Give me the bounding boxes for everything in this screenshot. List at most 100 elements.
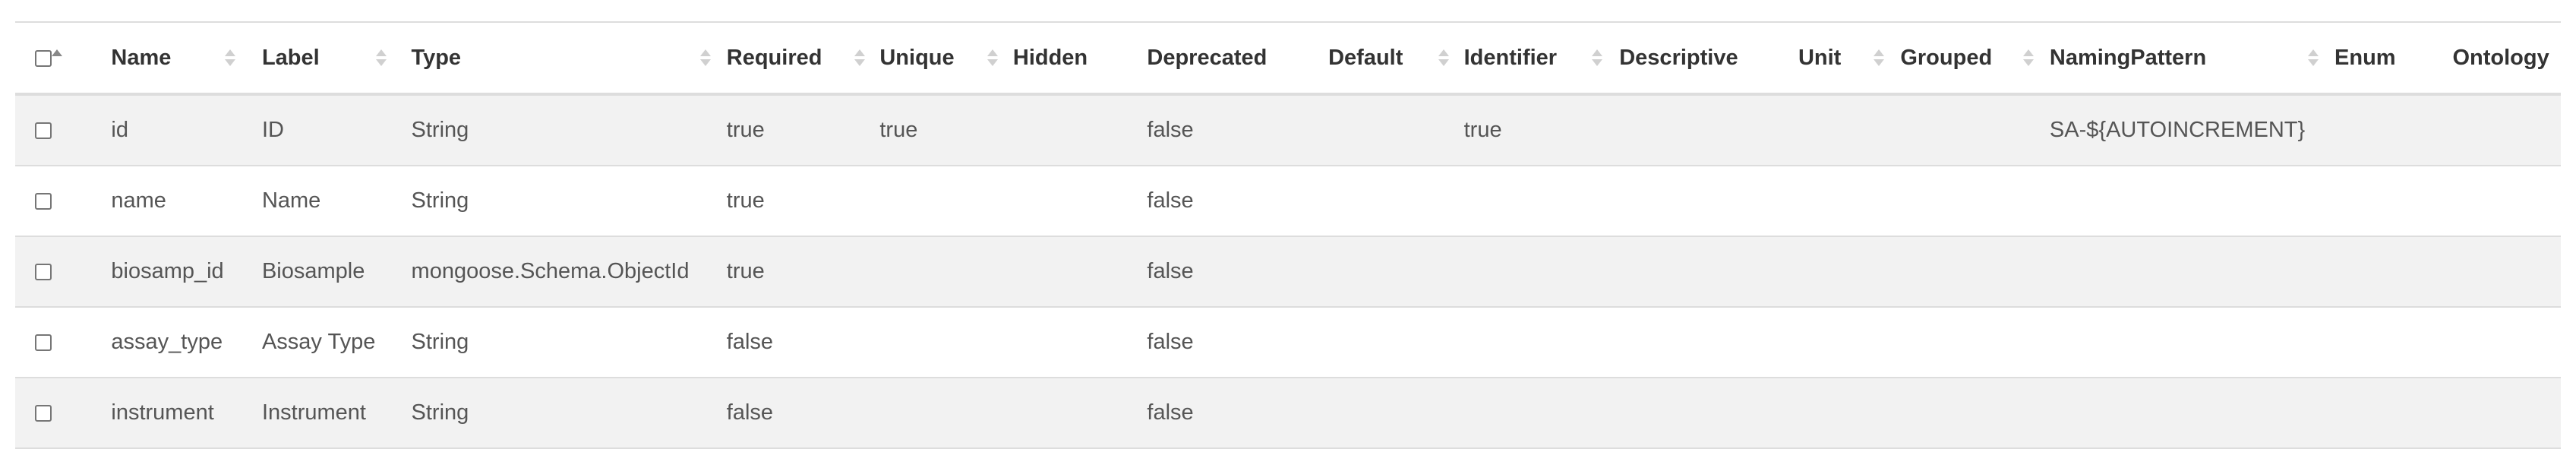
table-row[interactable]: name Name String true false (15, 166, 2561, 237)
sort-both-icon[interactable] (1873, 46, 1884, 69)
column-header-enum[interactable]: Enum (2334, 21, 2453, 96)
sort-up-arrow-icon (854, 49, 865, 56)
cell-enum (2334, 166, 2453, 237)
cell-identifier (1463, 166, 1620, 237)
column-header-label: Type (411, 45, 462, 70)
cell-type: String (411, 94, 727, 166)
cell-default (1328, 166, 1464, 237)
column-header-select[interactable] (15, 21, 112, 96)
cell-default (1328, 378, 1464, 449)
cell-descriptive (1619, 307, 1798, 378)
sort-up-arrow-icon (2307, 49, 2319, 56)
cell-label: Instrument (261, 378, 412, 449)
sort-both-icon[interactable] (1438, 46, 1450, 69)
cell-ontology (2452, 166, 2561, 237)
cell-required: true (726, 236, 880, 308)
column-header-unit[interactable]: Unit (1798, 21, 1901, 96)
sort-both-icon[interactable] (2307, 46, 2319, 69)
cell-enum (2334, 236, 2453, 308)
column-header-namingpattern[interactable]: NamingPattern (2049, 21, 2335, 96)
table-row[interactable]: assay_type Assay Type String false false (15, 307, 2561, 378)
sort-down-arrow-icon (854, 59, 865, 66)
column-header-label: Name (111, 45, 172, 70)
sort-both-icon[interactable] (854, 46, 865, 69)
cell-unique: true (879, 94, 1013, 166)
column-header-label: Label (261, 45, 320, 70)
column-header-hidden[interactable]: Hidden (1012, 21, 1148, 96)
attributes-table-container: Name Label Type Required Unique Hidden Depreca… (15, 21, 2561, 449)
sort-up-arrow-icon (1438, 49, 1450, 56)
column-header-unique[interactable]: Unique (879, 21, 1013, 96)
column-header-label: Ontology (2452, 45, 2549, 70)
cell-namingpattern: SA-${AUTOINCREMENT} (2049, 94, 2335, 166)
cell-namingpattern (2049, 236, 2335, 308)
cell-unit (1798, 94, 1901, 166)
cell-identifier: true (1463, 94, 1620, 166)
cell-label: Biosample (261, 236, 412, 308)
sort-both-icon[interactable] (2023, 46, 2035, 69)
cell-enum (2334, 378, 2453, 449)
column-header-grouped[interactable]: Grouped (1900, 21, 2050, 96)
column-header-default[interactable]: Default (1328, 21, 1464, 96)
column-header-label: Identifier (1463, 45, 1558, 70)
cell-label: Name (261, 166, 412, 237)
column-header-name[interactable]: Name (111, 21, 262, 96)
sort-up-arrow-icon (225, 49, 236, 56)
cell-default (1328, 236, 1464, 308)
table-row[interactable]: instrument Instrument String false false (15, 378, 2561, 449)
cell-ontology (2452, 94, 2561, 166)
cell-ontology (2452, 307, 2561, 378)
cell-select[interactable] (15, 94, 112, 166)
sort-down-arrow-icon (225, 59, 236, 66)
cell-select[interactable] (15, 236, 112, 308)
column-header-type[interactable]: Type (411, 21, 727, 96)
cell-select[interactable] (15, 378, 112, 449)
column-header-label: Unique (879, 45, 955, 70)
sort-both-icon[interactable] (699, 46, 711, 69)
sort-both-icon[interactable] (225, 46, 236, 69)
row-select-checkbox[interactable] (35, 334, 52, 352)
row-select-checkbox[interactable] (35, 264, 52, 281)
column-header-label: Hidden (1012, 45, 1088, 70)
cell-required: false (726, 378, 880, 449)
column-header-label: Default (1328, 45, 1403, 70)
cell-default (1328, 307, 1464, 378)
cell-descriptive (1619, 378, 1798, 449)
sort-asc-icon[interactable] (52, 46, 62, 69)
select-all-checkbox[interactable] (35, 49, 52, 67)
cell-namingpattern (2049, 307, 2335, 378)
sort-both-icon[interactable] (987, 46, 999, 69)
column-header-required[interactable]: Required (726, 21, 880, 96)
cell-identifier (1463, 378, 1620, 449)
row-select-checkbox[interactable] (35, 405, 52, 422)
column-header-ontology[interactable]: Ontology (2452, 21, 2561, 96)
cell-unique (879, 307, 1013, 378)
row-select-checkbox[interactable] (35, 122, 52, 140)
sort-up-arrow-icon (375, 49, 387, 56)
cell-unit (1798, 236, 1901, 308)
sort-down-arrow-icon (987, 59, 999, 66)
cell-required: false (726, 307, 880, 378)
sort-both-icon[interactable] (375, 46, 387, 69)
cell-hidden (1012, 166, 1148, 237)
column-header-label: Required (726, 45, 822, 70)
cell-deprecated: false (1147, 166, 1329, 237)
sort-down-arrow-icon (2023, 59, 2035, 66)
column-header-identifier[interactable]: Identifier (1463, 21, 1620, 96)
cell-unique (879, 378, 1013, 449)
cell-name: assay_type (111, 307, 262, 378)
cell-select[interactable] (15, 166, 112, 237)
table-row[interactable]: id ID String true true false true SA-${AUTOINCR… (15, 94, 2561, 166)
column-header-deprecated[interactable]: Deprecated (1147, 21, 1329, 96)
column-header-descriptive[interactable]: Descriptive (1619, 21, 1798, 96)
sort-down-arrow-icon (1438, 59, 1450, 66)
table-header-row: Name Label Type Required Unique Hidden Depreca… (15, 21, 2561, 96)
cell-select[interactable] (15, 307, 112, 378)
column-header-label[interactable]: Label (261, 21, 412, 96)
sort-both-icon[interactable] (1591, 46, 1602, 69)
cell-enum (2334, 307, 2453, 378)
row-select-checkbox[interactable] (35, 193, 52, 210)
table-row[interactable]: biosamp_id Biosample mongoose.Schema.Objec… (15, 236, 2561, 308)
sort-down-arrow-icon (375, 59, 387, 66)
cell-descriptive (1619, 236, 1798, 308)
